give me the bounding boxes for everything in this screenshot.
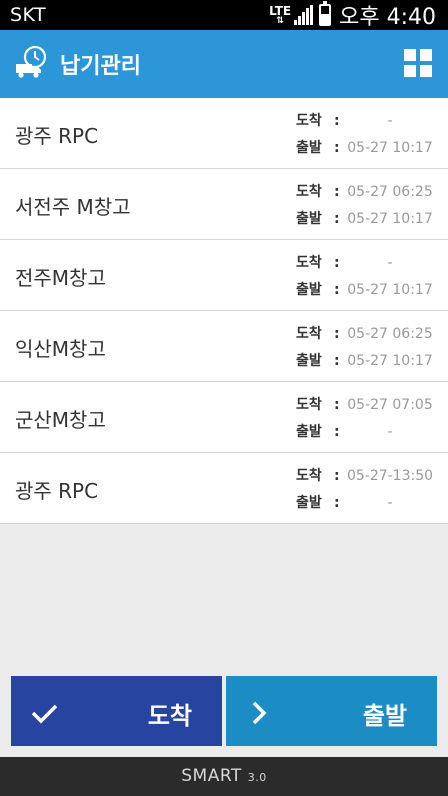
depart-time: 05-27 10:17 xyxy=(347,211,433,227)
depart-time: 05-27 10:17 xyxy=(347,282,433,298)
brand-name: SMART xyxy=(181,766,242,786)
colon: : xyxy=(334,397,340,413)
arrive-time: - xyxy=(387,255,393,271)
arrive-label: 도착 xyxy=(296,113,322,129)
depart-line: 출발:05-27 10:17 xyxy=(296,279,436,299)
signal-icon xyxy=(294,5,314,25)
page-title: 납기관리 xyxy=(60,54,141,79)
colon: : xyxy=(334,255,340,271)
colon: : xyxy=(334,184,340,200)
colon: : xyxy=(334,424,340,440)
arrive-label: 도착 xyxy=(296,326,322,342)
arrive-time: 05-27 06:25 xyxy=(347,184,433,200)
colon: : xyxy=(334,353,340,369)
list-item[interactable]: 군산M창고 도착:05-27 07:05 출발: - xyxy=(0,382,448,453)
depart-button-label: 출발 xyxy=(362,702,407,730)
stop-name: 광주 RPC xyxy=(15,124,99,148)
grid-menu-button[interactable] xyxy=(404,49,432,77)
colon: : xyxy=(334,113,340,129)
depart-label: 출발 xyxy=(296,211,322,227)
list-item[interactable]: 익산M창고 도착:05-27 06:25 출발:05-27 10:17 xyxy=(0,311,448,382)
arrive-line: 도착:05-27 06:25 xyxy=(296,323,436,343)
depart-line: 출발:05-27 10:17 xyxy=(296,350,436,370)
footer: SMART 3.0 xyxy=(0,757,448,796)
lte-icon: LTE ⇅ xyxy=(269,3,292,26)
arrive-label: 도착 xyxy=(296,255,322,271)
status-icons: LTE ⇅ 오후 4:40 xyxy=(269,1,436,30)
stop-name: 광주 RPC xyxy=(15,479,99,503)
depart-label: 출발 xyxy=(296,424,322,440)
depart-line: 출발:05-27 10:17 xyxy=(296,137,436,157)
stop-name: 서전주 M창고 xyxy=(15,195,131,219)
arrive-label: 도착 xyxy=(296,184,322,200)
list-item[interactable]: 서전주 M창고 도착:05-27 06:25 출발:05-27 10:17 xyxy=(0,169,448,240)
depart-line: 출발:05-27 10:17 xyxy=(296,208,436,228)
depart-label: 출발 xyxy=(296,495,322,511)
footer-brand: SMART 3.0 xyxy=(0,766,448,786)
depart-time: 05-27 10:17 xyxy=(347,353,433,369)
depart-time: - xyxy=(387,424,393,440)
arrive-button-label: 도착 xyxy=(147,702,192,730)
app-bar: 납기관리 xyxy=(0,30,448,98)
carrier-label: SKT xyxy=(10,4,47,26)
battery-icon xyxy=(319,1,332,26)
colon: : xyxy=(334,140,340,156)
stop-name: 익산M창고 xyxy=(15,337,106,361)
brand-version: 3.0 xyxy=(247,771,267,784)
colon: : xyxy=(334,282,340,298)
stop-name: 전주M창고 xyxy=(15,266,106,290)
arrive-time: 05-27 07:05 xyxy=(347,397,433,413)
depart-line: 출발: - xyxy=(296,421,436,441)
network-label: LTE xyxy=(269,3,292,18)
depart-button[interactable]: 출발 xyxy=(226,676,437,746)
arrive-time: 05-27 06:25 xyxy=(347,326,433,342)
arrive-button[interactable]: 도착 xyxy=(11,676,222,746)
arrive-label: 도착 xyxy=(296,468,322,484)
list-item[interactable]: 광주 RPC 도착:05-27-13:50 출발: - xyxy=(0,453,448,524)
arrive-line: 도착: - xyxy=(296,110,436,130)
arrive-line: 도착:05-27 07:05 xyxy=(296,394,436,414)
status-bar: SKT LTE ⇅ 오후 4:40 xyxy=(0,0,448,30)
depart-line: 출발: - xyxy=(296,492,436,512)
list-item[interactable]: 광주 RPC 도착: - 출발:05-27 10:17 xyxy=(0,98,448,169)
clock-truck-icon xyxy=(16,45,47,78)
colon: : xyxy=(334,211,340,227)
clock-time: 오후 4:40 xyxy=(339,5,436,30)
grid-icon xyxy=(404,49,416,61)
check-icon xyxy=(31,704,58,724)
delivery-stop-list: 광주 RPC 도착: - 출발:05-27 10:17 서전주 M창고 도착:05-27 … xyxy=(0,98,448,524)
colon: : xyxy=(334,468,340,484)
depart-label: 출발 xyxy=(296,140,322,156)
depart-label: 출발 xyxy=(296,282,322,298)
arrive-line: 도착: - xyxy=(296,252,436,272)
depart-time: 05-27 10:17 xyxy=(347,140,433,156)
arrive-time: - xyxy=(387,113,393,129)
arrive-line: 도착:05-27-13:50 xyxy=(296,465,436,485)
depart-time: - xyxy=(387,495,393,511)
arrive-line: 도착:05-27 06:25 xyxy=(296,181,436,201)
depart-label: 출발 xyxy=(296,353,322,369)
colon: : xyxy=(334,326,340,342)
list-item[interactable]: 전주M창고 도착: - 출발:05-27 10:17 xyxy=(0,240,448,311)
arrive-label: 도착 xyxy=(296,397,322,413)
arrive-time: 05-27-13:50 xyxy=(346,468,434,484)
chevron-right-icon xyxy=(252,701,267,725)
stop-name: 군산M창고 xyxy=(15,408,106,432)
colon: : xyxy=(334,495,340,511)
